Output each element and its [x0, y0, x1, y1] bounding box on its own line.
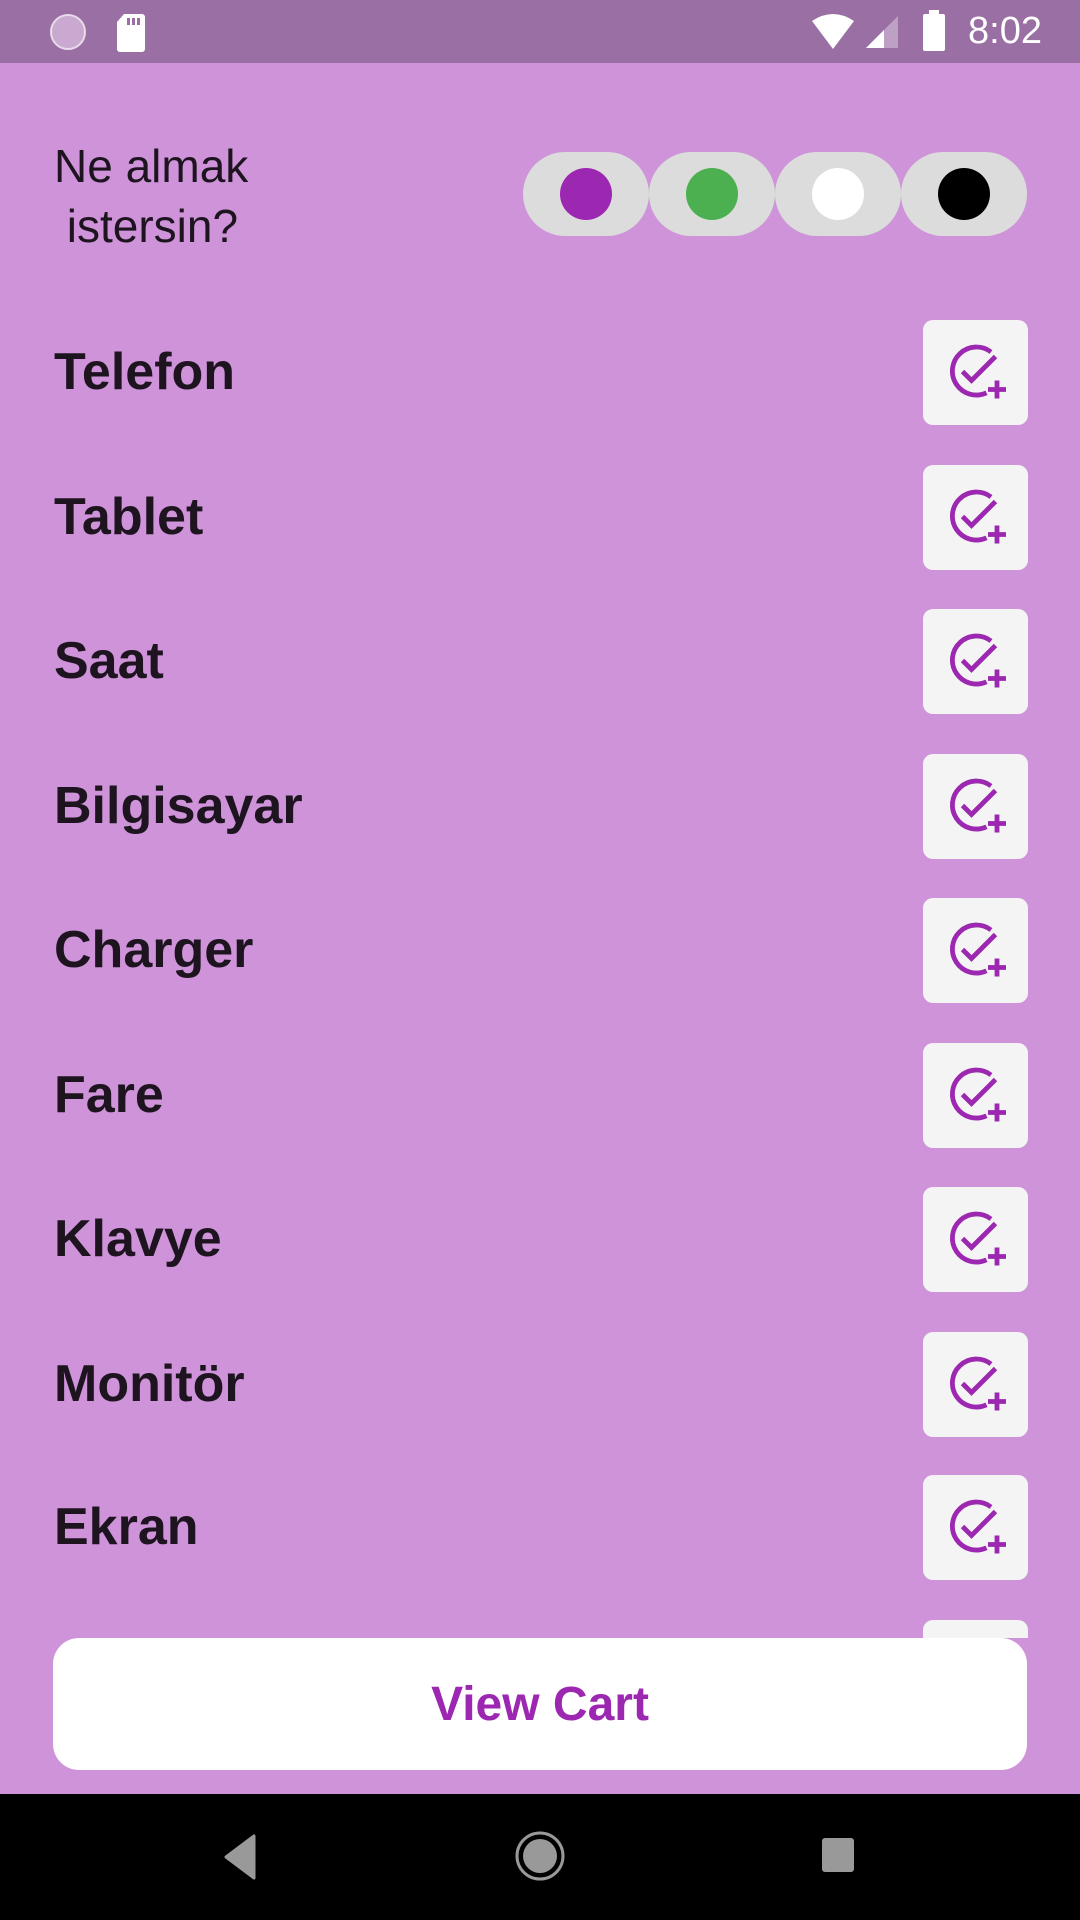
add-to-cart-button[interactable]: [923, 754, 1028, 859]
status-bar: 8:02: [0, 0, 1080, 63]
item-label: Charger: [54, 921, 254, 979]
battery-icon: [923, 10, 945, 51]
check-circle-plus-icon: [949, 1067, 1006, 1121]
list-item: Saat: [0, 601, 1080, 721]
black-dot: [938, 168, 990, 220]
check-circle-plus-icon: [949, 344, 1006, 398]
add-to-cart-button[interactable]: [923, 1332, 1028, 1437]
signal-icon: [866, 16, 898, 48]
view-cart-button[interactable]: View Cart: [53, 1638, 1027, 1770]
recents-icon[interactable]: [821, 1837, 855, 1873]
color-option-green[interactable]: [649, 152, 775, 236]
add-to-cart-button[interactable]: [923, 1620, 1028, 1638]
list-item: Fare: [0, 1035, 1080, 1155]
list-item: Monitör: [0, 1324, 1080, 1444]
list-item-partial: [0, 1612, 1080, 1638]
wifi-icon: [812, 14, 854, 49]
color-option-black[interactable]: [901, 152, 1027, 236]
item-label: Tablet: [54, 488, 204, 546]
add-to-cart-button[interactable]: [923, 320, 1028, 425]
color-option-purple[interactable]: [523, 152, 649, 236]
item-label: Ekran: [54, 1498, 199, 1556]
loading-icon: [50, 14, 86, 50]
color-selector: [523, 152, 1027, 236]
add-to-cart-button[interactable]: [923, 1475, 1028, 1580]
check-circle-plus-icon: [949, 1211, 1006, 1265]
clock: 8:02: [968, 10, 1042, 52]
check-circle-plus-icon: [949, 922, 1006, 976]
sd-card-icon: [117, 14, 145, 52]
item-label: Saat: [54, 632, 164, 690]
add-to-cart-button[interactable]: [923, 609, 1028, 714]
list-item: Klavye: [0, 1179, 1080, 1299]
item-label: Fare: [54, 1066, 164, 1124]
check-circle-plus-icon: [949, 633, 1006, 687]
color-option-white[interactable]: [775, 152, 901, 236]
page-title: Ne almak istersin?: [54, 140, 249, 252]
list-item: Charger: [0, 890, 1080, 1010]
home-icon[interactable]: [514, 1830, 566, 1882]
green-dot: [686, 168, 738, 220]
list-item: Ekran: [0, 1467, 1080, 1587]
item-label: Klavye: [54, 1210, 222, 1268]
check-circle-plus-icon: [949, 489, 1006, 543]
item-label: Telefon: [54, 343, 236, 401]
back-icon[interactable]: [222, 1834, 258, 1880]
check-circle-plus-icon: [949, 1356, 1006, 1410]
check-circle-plus-icon: [949, 778, 1006, 832]
add-to-cart-button[interactable]: [923, 465, 1028, 570]
add-to-cart-button[interactable]: [923, 898, 1028, 1003]
list-item: Telefon: [0, 312, 1080, 432]
add-to-cart-button[interactable]: [923, 1187, 1028, 1292]
check-circle-plus-icon: [949, 1499, 1006, 1553]
list-item: Bilgisayar: [0, 746, 1080, 866]
item-label: Monitör: [54, 1355, 245, 1413]
list-item: Tablet: [0, 457, 1080, 577]
purple-dot: [560, 168, 612, 220]
white-dot: [812, 168, 864, 220]
navigation-bar: [0, 1794, 1080, 1920]
add-to-cart-button[interactable]: [923, 1043, 1028, 1148]
item-label: Bilgisayar: [54, 777, 303, 835]
